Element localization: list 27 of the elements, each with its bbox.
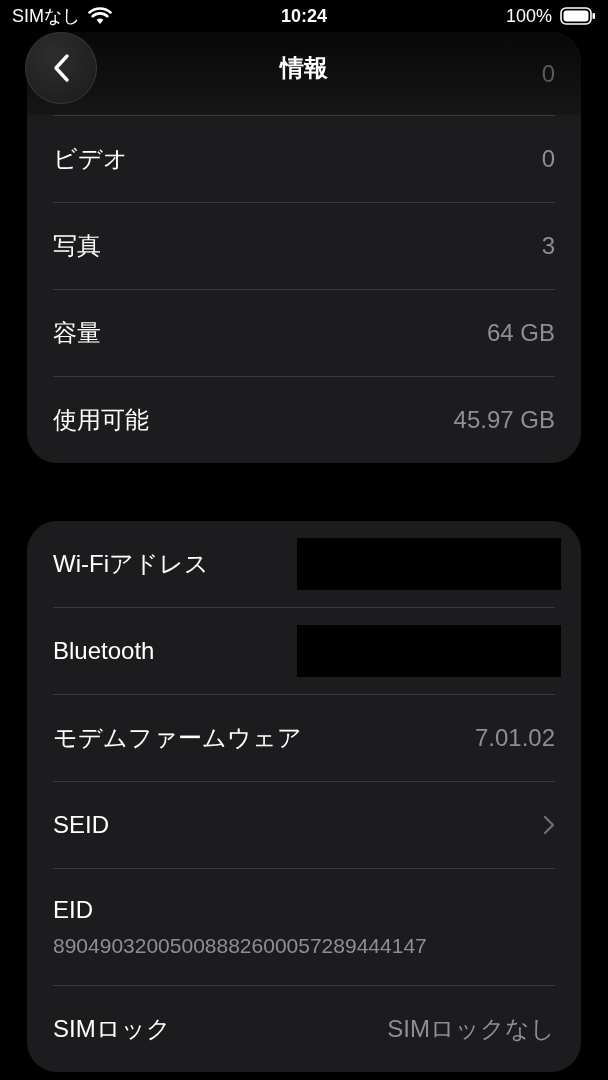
row-label: 写真 <box>53 231 101 261</box>
row-value: SIMロックなし <box>387 1014 555 1044</box>
row-label: Wi-Fiアドレス <box>53 549 209 579</box>
row-label: SIMロック <box>53 1014 171 1044</box>
carrier-text: SIMなし <box>12 5 80 28</box>
row-label: 使用可能 <box>53 405 149 435</box>
clock-time: 10:24 <box>280 5 327 27</box>
battery-percent: 100% <box>505 5 552 27</box>
wifi-icon <box>88 7 112 25</box>
battery-icon <box>560 7 596 25</box>
row-label: EID <box>53 896 94 924</box>
row-value: 64 GB <box>486 319 555 347</box>
row-value: 0 <box>541 145 555 173</box>
row-value: 7.01.02 <box>474 724 555 752</box>
row-label: モデムファームウェア <box>53 723 302 753</box>
row-label: SEID <box>53 811 109 839</box>
chevron-left-icon <box>52 53 70 83</box>
row-value: 3 <box>541 232 555 260</box>
row-label: ビデオ <box>53 144 128 174</box>
row-value: 45.97 GB <box>453 406 555 434</box>
row-value: 89049032005008882600057289444147 <box>53 934 428 958</box>
row-label: Bluetooth <box>53 637 155 665</box>
page-title: 情報 <box>280 53 328 83</box>
row-label: 容量 <box>53 318 101 348</box>
row-value: 0 <box>541 59 555 88</box>
chevron-right-icon <box>543 815 555 835</box>
list-row[interactable]: SEID <box>53 781 555 868</box>
